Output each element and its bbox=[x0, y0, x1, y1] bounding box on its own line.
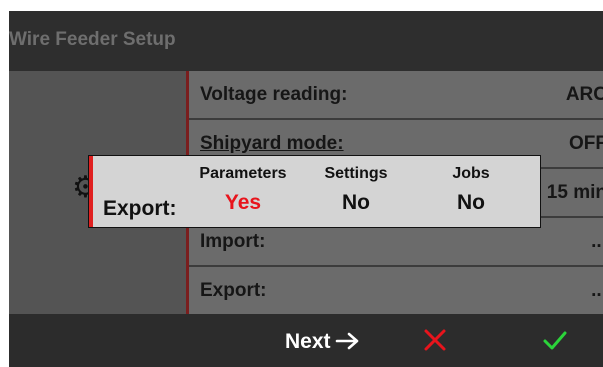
export-dialog: Export: Parameters Yes Settings No Jobs … bbox=[88, 155, 541, 228]
option-header: Parameters bbox=[199, 165, 287, 182]
cancel-button[interactable] bbox=[422, 327, 448, 353]
close-icon bbox=[424, 329, 446, 351]
arrow-right-icon bbox=[335, 330, 361, 354]
setting-label: Import: bbox=[200, 231, 266, 252]
dialog-label: Export: bbox=[103, 197, 177, 220]
option-parameters: Parameters Yes bbox=[193, 165, 293, 215]
option-header: Jobs bbox=[452, 165, 490, 182]
page-title: Wire Feeder Setup bbox=[9, 29, 176, 50]
setting-value: 15 min bbox=[546, 182, 603, 203]
option-value-toggle[interactable]: No bbox=[306, 191, 406, 215]
confirm-button[interactable] bbox=[542, 327, 568, 353]
bottom-bar: Next bbox=[9, 314, 603, 367]
setting-label: Export: bbox=[200, 280, 267, 301]
option-settings: Settings No bbox=[306, 165, 406, 215]
setting-label: Voltage reading: bbox=[200, 84, 348, 105]
setting-value: OFF bbox=[569, 133, 603, 154]
setting-value: ... bbox=[591, 231, 603, 252]
option-value-toggle[interactable]: No bbox=[421, 191, 521, 215]
option-value-toggle[interactable]: Yes bbox=[193, 191, 293, 215]
check-icon bbox=[543, 331, 567, 350]
next-label: Next bbox=[285, 330, 331, 353]
option-header: Settings bbox=[324, 165, 388, 182]
setting-label: Shipyard mode: bbox=[200, 133, 344, 154]
next-button[interactable]: Next bbox=[285, 330, 361, 354]
option-jobs: Jobs No bbox=[421, 165, 521, 215]
setting-value: ARC bbox=[565, 84, 603, 105]
setting-row-voltage-reading[interactable]: Voltage reading: ARC bbox=[189, 71, 603, 120]
dialog-accent-bar bbox=[89, 156, 93, 227]
setting-value: ... bbox=[591, 280, 603, 301]
title-bar: Wire Feeder Setup bbox=[9, 11, 603, 71]
setting-row-export[interactable]: Export: ... bbox=[189, 267, 603, 316]
